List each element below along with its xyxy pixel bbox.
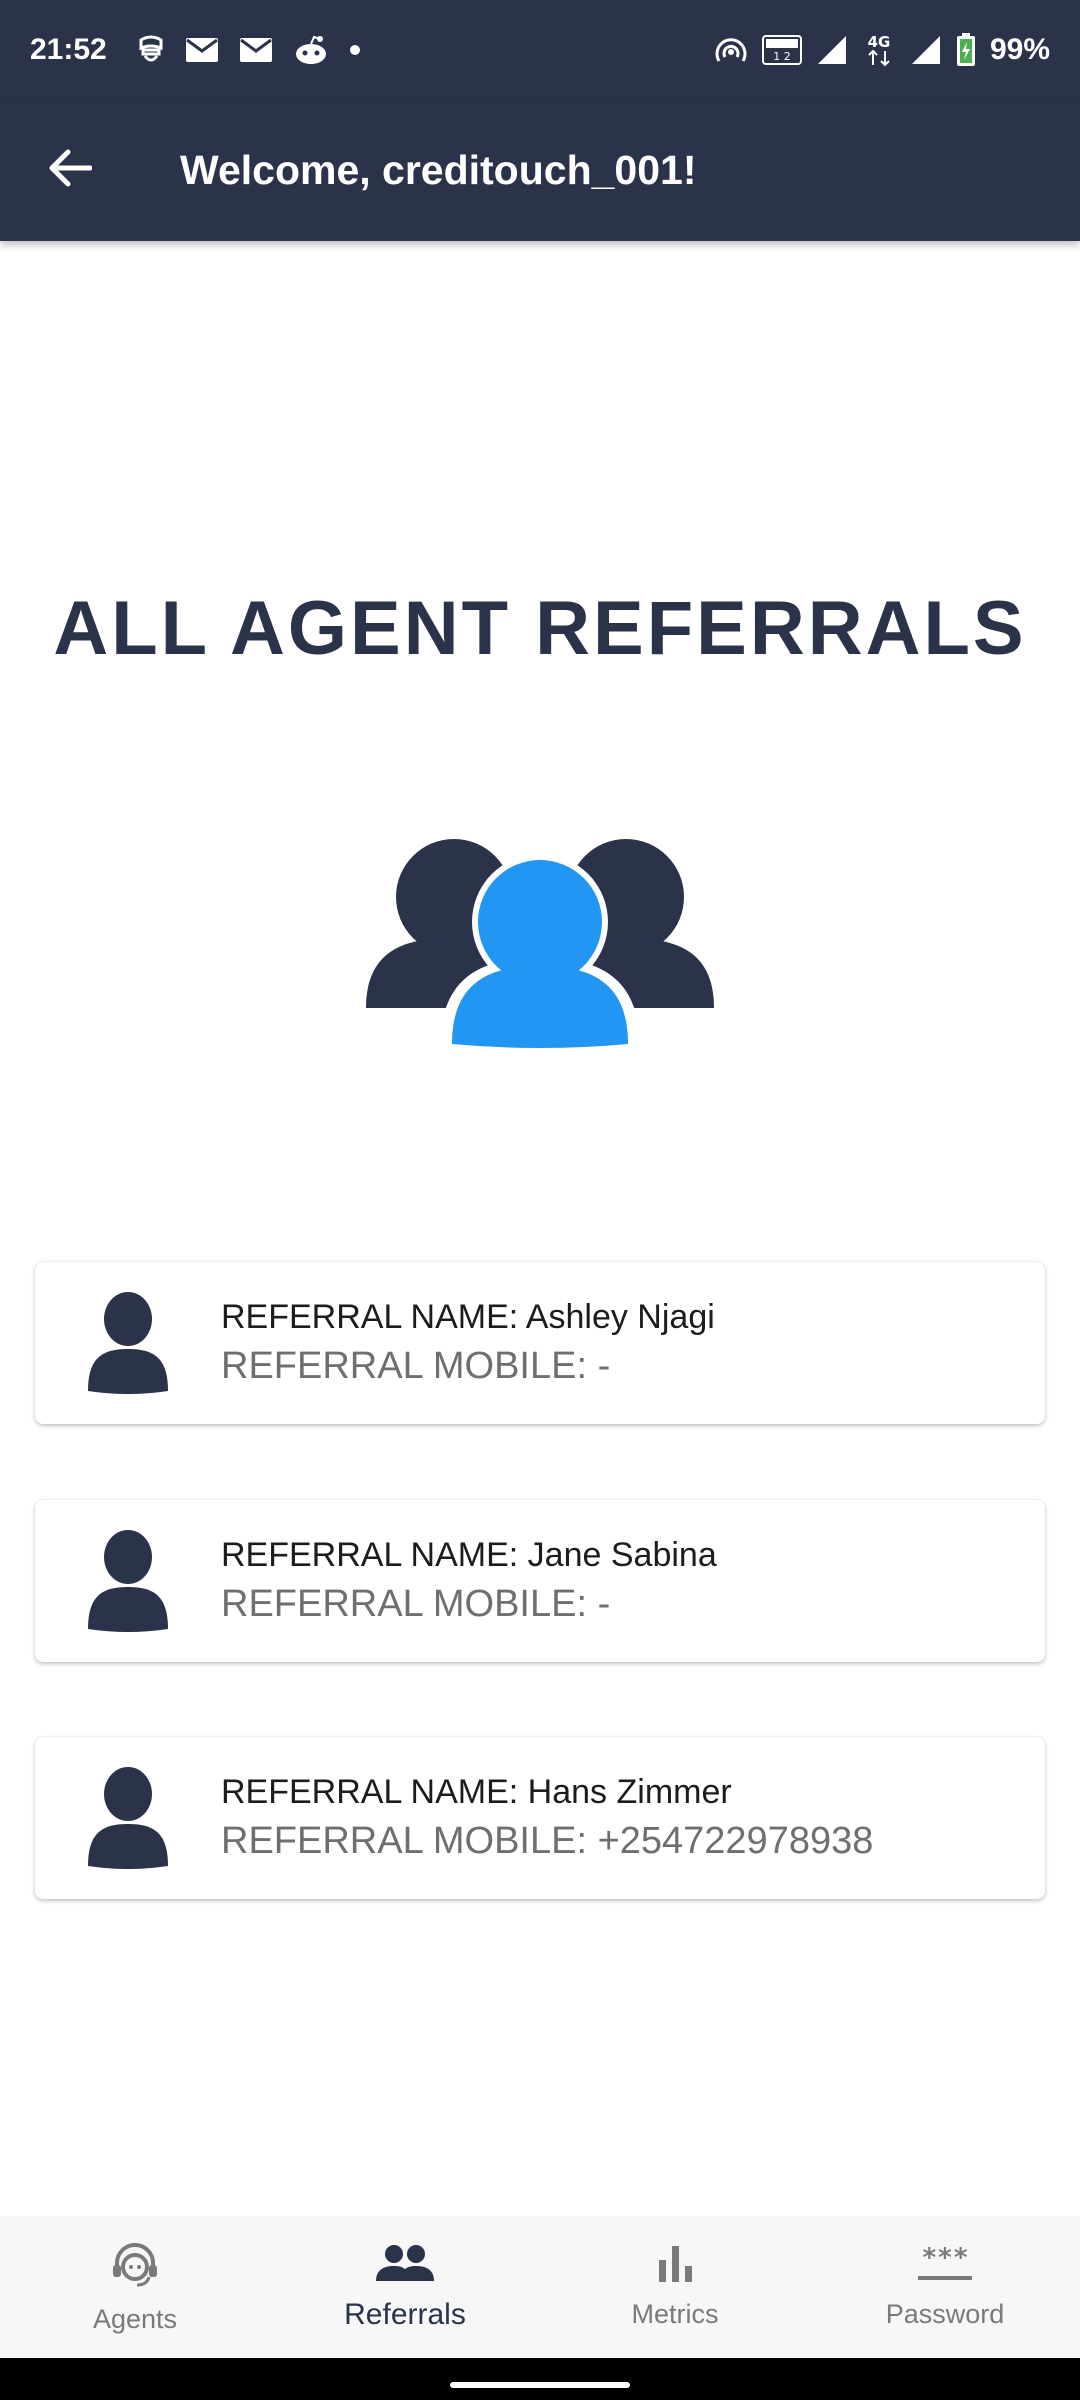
battery-icon [956,33,976,67]
volte-icon: 1 2 [761,35,802,65]
referral-mobile: REFERRAL MOBILE: - [221,1345,611,1387]
person-icon [83,1288,173,1398]
page-title: ALL AGENT REFERRALS [53,586,1027,671]
svg-text:4G: 4G [868,33,891,51]
status-time: 21:52 [30,33,107,66]
arrow-back-icon [48,148,93,193]
svg-text:***: *** [922,2244,969,2273]
referral-card[interactable]: REFERRAL NAME: Jane Sabina REFERRAL MOBI… [35,1500,1045,1662]
nav-label-password: Password [885,2299,1005,2329]
person-icon [83,1763,173,1873]
signal-icon [816,34,848,66]
referral-card[interactable]: REFERRAL NAME: Ashley Njagi REFERRAL MOB… [35,1262,1045,1424]
app-notification-icon [137,34,165,66]
nav-item-password[interactable]: *** Password [810,2216,1080,2358]
status-bar: 21:52 1 2 4G 99% [0,0,1080,100]
mail-icon [239,37,273,63]
reddit-icon [293,34,329,66]
nav-item-agents[interactable]: Agents [0,2216,270,2358]
referral-name: REFERRAL NAME: Ashley Njagi [221,1298,715,1336]
referral-name: REFERRAL NAME: Hans Zimmer [221,1773,732,1811]
nav-label-agents: Agents [92,2304,178,2334]
person-icon [83,1526,173,1636]
referral-name: REFERRAL NAME: Jane Sabina [221,1536,717,1574]
app-bar-title: Welcome, creditouch_001! [180,147,697,193]
referrals-screen: 21:52 1 2 4G 99% Welcome, creditouch_001… [0,0,1080,2400]
people-icon [375,2243,435,2288]
referral-card[interactable]: REFERRAL NAME: Hans Zimmer REFERRAL MOBI… [35,1737,1045,1899]
nav-label-referrals: Referrals [344,2297,466,2331]
network-4g-icon: 4G [862,33,896,67]
referral-mobile: REFERRAL MOBILE: +254722978938 [221,1820,874,1862]
referral-mobile: REFERRAL MOBILE: - [221,1583,611,1625]
bar-chart-icon [655,2244,695,2289]
hotspot-icon [714,35,748,65]
nav-label-metrics: Metrics [631,2299,719,2329]
system-gesture-bar [0,2358,1080,2400]
app-bar: Welcome, creditouch_001! [0,100,1080,241]
nav-item-referrals[interactable]: Referrals [270,2216,540,2358]
svg-text:1 2: 1 2 [773,50,791,63]
mail-icon [185,37,219,63]
back-button[interactable] [0,100,140,241]
nav-item-metrics[interactable]: Metrics [540,2216,810,2358]
battery-percentage: 99% [989,33,1050,66]
bottom-navigation: Agents Referrals Metrics *** Password [0,2216,1080,2358]
signal-icon [910,34,942,66]
support-agent-icon [107,2239,163,2294]
home-gesture-handle[interactable] [450,2382,630,2388]
password-icon: *** [916,2243,974,2289]
group-people-icon [360,820,720,1060]
more-notifications-dot-icon [349,44,361,56]
